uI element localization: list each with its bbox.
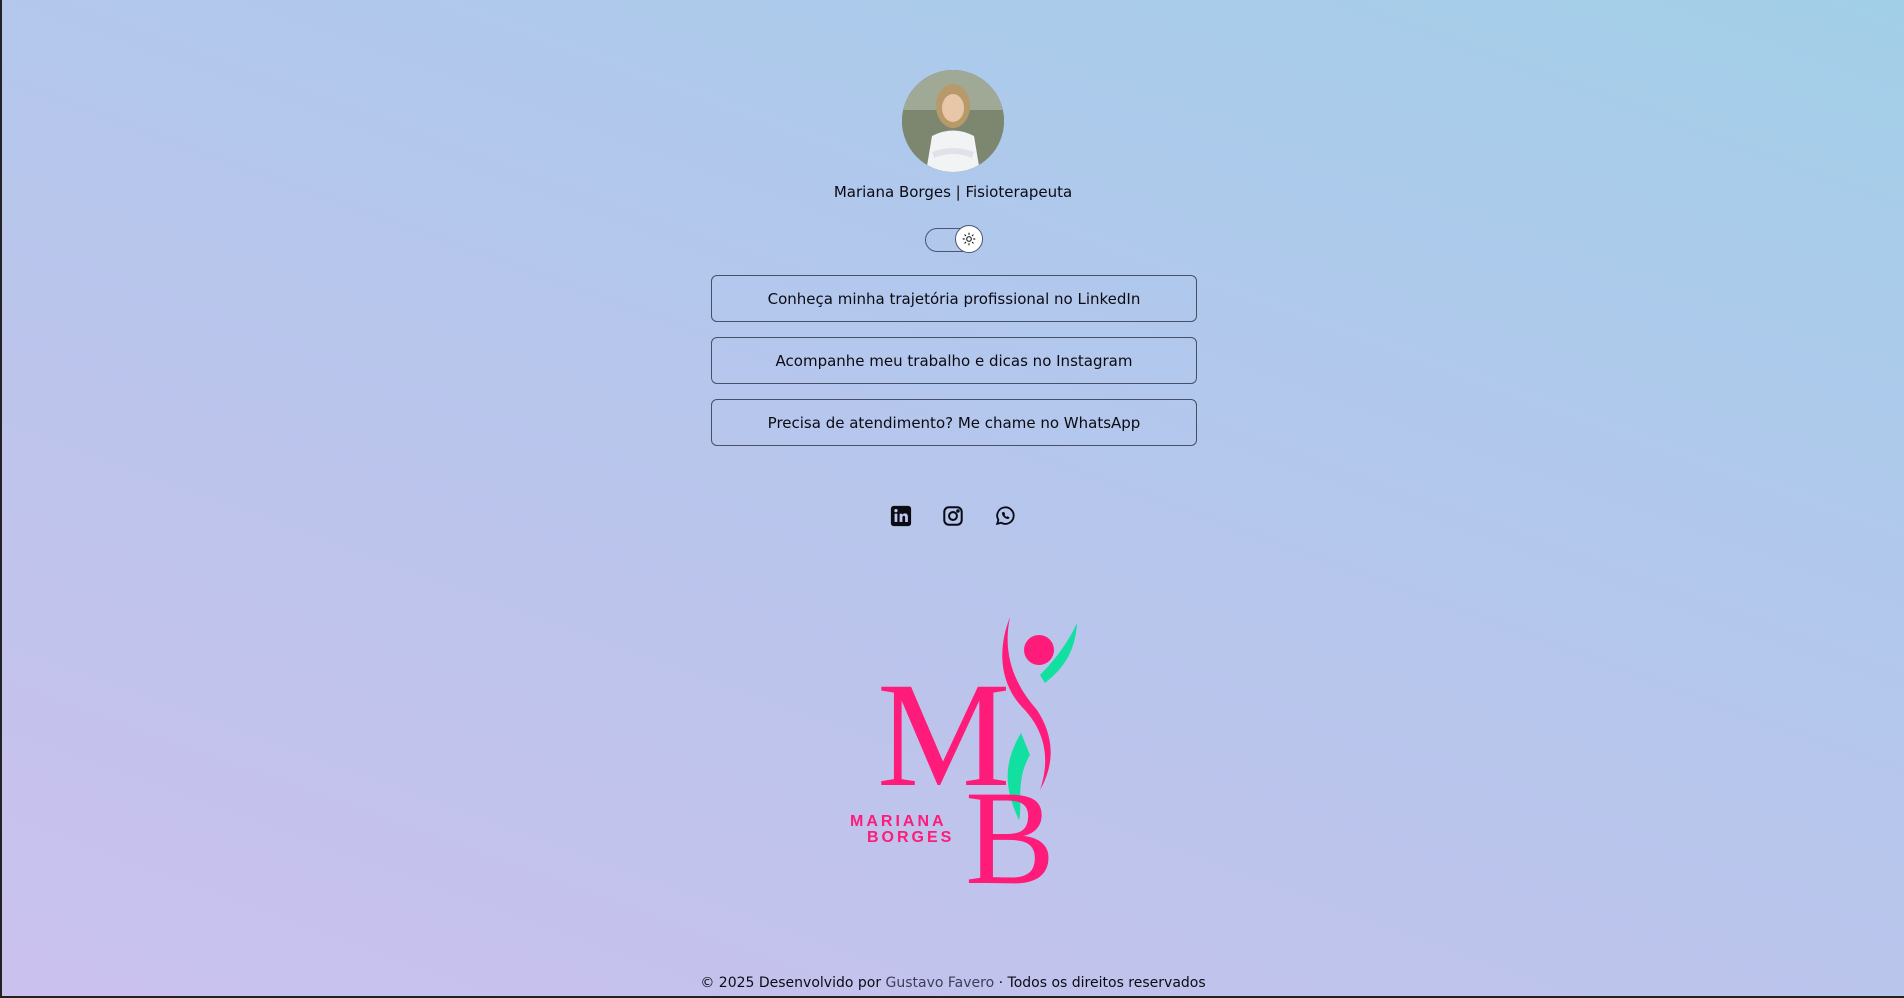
profile-section: Mariana Borges | Fisioterapeuta xyxy=(2,70,1904,201)
avatar xyxy=(902,70,1004,172)
sun-icon xyxy=(955,225,983,253)
link-list: Conheça minha trajetória profissional no… xyxy=(711,275,1197,461)
theme-toggle[interactable] xyxy=(925,225,983,253)
logo-line-1: MARIANA xyxy=(850,813,947,830)
linkedin-icon[interactable] xyxy=(890,505,912,527)
brand-logo: M B MARIANA BORGES xyxy=(847,615,1082,913)
footer: © 2025 Desenvolvido por Gustavo Favero ·… xyxy=(2,975,1904,991)
linkedin-link-button[interactable]: Conheça minha trajetória profissional no… xyxy=(711,275,1197,322)
whatsapp-icon[interactable] xyxy=(994,505,1016,527)
instagram-link-button[interactable]: Acompanhe meu trabalho e dicas no Instag… xyxy=(711,337,1197,384)
footer-author-link[interactable]: Gustavo Favero xyxy=(886,975,995,991)
instagram-icon[interactable] xyxy=(942,505,964,527)
profile-name: Mariana Borges | Fisioterapeuta xyxy=(833,183,1073,201)
footer-suffix: · Todos os direitos reservados xyxy=(998,975,1206,991)
logo-line-2: BORGES xyxy=(867,829,954,846)
svg-text:B: B xyxy=(965,764,1055,895)
footer-prefix: © 2025 Desenvolvido por xyxy=(700,975,882,991)
whatsapp-link-button[interactable]: Precisa de atendimento? Me chame no What… xyxy=(711,399,1197,446)
social-icons xyxy=(2,505,1904,527)
